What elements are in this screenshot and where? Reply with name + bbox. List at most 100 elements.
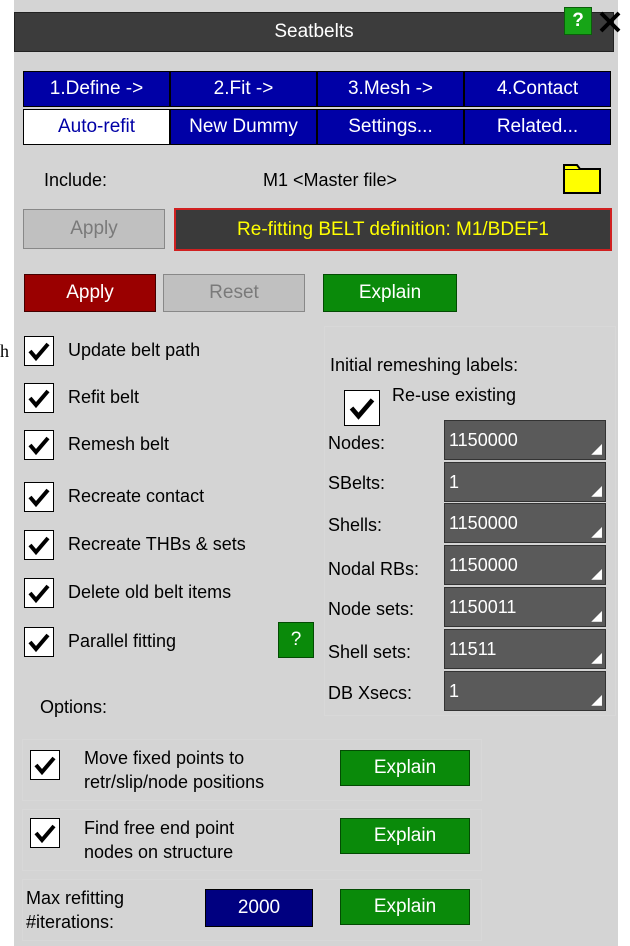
check-icon bbox=[28, 633, 50, 653]
check-icon bbox=[28, 584, 50, 604]
checkbox-label: Update belt path bbox=[68, 339, 201, 360]
max-iterations-input[interactable]: 2000 bbox=[205, 889, 313, 927]
include-value: M1 <Master file> bbox=[263, 169, 398, 190]
explain-move-fixed-points-button[interactable]: Explain bbox=[340, 750, 470, 786]
checkbox-label: Refit belt bbox=[68, 386, 140, 407]
db-xsecs-field[interactable]: 1 ◢ bbox=[444, 671, 606, 711]
explain-max-refit-button[interactable]: Explain bbox=[340, 889, 470, 925]
field-label: DB Xsecs: bbox=[328, 682, 413, 703]
include-apply-button[interactable]: Apply bbox=[23, 209, 165, 249]
checkbox-label: Delete old belt items bbox=[68, 581, 232, 602]
checkbox-remesh-belt[interactable] bbox=[24, 430, 54, 460]
check-icon bbox=[28, 536, 50, 556]
checkbox-find-free-end[interactable] bbox=[30, 818, 60, 848]
dropdown-arrow-icon: ◢ bbox=[591, 440, 602, 456]
nodes-field[interactable]: 1150000 ◢ bbox=[444, 420, 606, 460]
explain-button[interactable]: Explain bbox=[323, 274, 457, 312]
checkbox-reuse-existing[interactable] bbox=[344, 390, 380, 426]
remesh-title: Initial remeshing labels: bbox=[330, 354, 519, 375]
window-title: Seatbelts bbox=[14, 12, 614, 52]
option-label-line2: retr/slip/node positions bbox=[84, 771, 265, 792]
max-refit-label-line1: Max refitting bbox=[26, 887, 125, 908]
tab-settings[interactable]: Settings... bbox=[317, 109, 464, 145]
checkbox-recreate-contact[interactable] bbox=[24, 482, 54, 512]
sbelts-field[interactable]: 1 ◢ bbox=[444, 462, 606, 502]
checkbox-move-fixed-points[interactable] bbox=[30, 750, 60, 780]
check-icon bbox=[34, 756, 56, 776]
checkbox-refit-belt[interactable] bbox=[24, 383, 54, 413]
check-icon bbox=[34, 824, 56, 844]
checkbox-label: Remesh belt bbox=[68, 433, 170, 454]
reuse-existing-label: Re-use existing bbox=[392, 384, 517, 405]
max-refit-label-line2: #iterations: bbox=[26, 911, 115, 932]
tab-new-dummy[interactable]: New Dummy bbox=[170, 109, 317, 145]
checkbox-label: Recreate THBs & sets bbox=[68, 533, 246, 554]
options-label: Options: bbox=[40, 696, 108, 717]
dropdown-arrow-icon: ◢ bbox=[591, 482, 602, 498]
checkbox-label: Recreate contact bbox=[68, 485, 205, 506]
field-value: 1150000 bbox=[449, 554, 518, 575]
option-label-line2: nodes on structure bbox=[84, 841, 234, 862]
dropdown-arrow-icon: ◢ bbox=[591, 523, 602, 539]
checkbox-box[interactable] bbox=[24, 336, 54, 366]
checkbox-box[interactable] bbox=[24, 578, 54, 608]
dropdown-arrow-icon: ◢ bbox=[591, 565, 602, 581]
node-sets-field[interactable]: 1150011 ◢ bbox=[444, 587, 606, 627]
close-button[interactable] bbox=[592, 2, 628, 42]
checkbox-box[interactable] bbox=[30, 750, 60, 780]
include-label: Include: bbox=[44, 169, 108, 190]
dropdown-arrow-icon: ◢ bbox=[591, 607, 602, 623]
checkbox-box[interactable] bbox=[344, 390, 380, 426]
checkbox-box[interactable] bbox=[24, 383, 54, 413]
nodal-rbs-field[interactable]: 1150000 ◢ bbox=[444, 545, 606, 585]
check-icon bbox=[28, 389, 50, 409]
checkbox-update-belt-path[interactable] bbox=[24, 336, 54, 366]
field-value: 1150011 bbox=[449, 596, 517, 617]
dropdown-arrow-icon: ◢ bbox=[591, 649, 602, 665]
reset-button[interactable]: Reset bbox=[163, 274, 305, 312]
tab-contact[interactable]: 4.Contact bbox=[464, 71, 611, 107]
checkbox-recreate-thbs[interactable] bbox=[24, 530, 54, 560]
field-label: Nodes: bbox=[328, 432, 386, 453]
check-icon bbox=[349, 398, 375, 420]
checkbox-label: Parallel fitting bbox=[68, 630, 177, 651]
parallel-fitting-help-button[interactable]: ? bbox=[278, 622, 314, 658]
field-value: 1150000 bbox=[449, 512, 518, 533]
check-icon bbox=[28, 342, 50, 362]
apply-button[interactable]: Apply bbox=[24, 274, 156, 312]
checkbox-delete-old-belt-items[interactable] bbox=[24, 578, 54, 608]
check-icon bbox=[28, 488, 50, 508]
tab-auto-refit[interactable]: Auto-refit bbox=[23, 109, 170, 145]
checkbox-box[interactable] bbox=[24, 530, 54, 560]
tab-define[interactable]: 1.Define -> bbox=[23, 71, 170, 107]
shells-field[interactable]: 1150000 ◢ bbox=[444, 503, 606, 543]
tab-related[interactable]: Related... bbox=[464, 109, 611, 145]
option-label-line1: Move fixed points to bbox=[84, 747, 245, 768]
folder-icon bbox=[563, 164, 601, 194]
field-value: 11511 bbox=[449, 638, 497, 659]
field-label: Nodal RBs: bbox=[328, 558, 420, 579]
field-value: 1 bbox=[449, 680, 460, 701]
field-label: SBelts: bbox=[328, 472, 386, 493]
shell-sets-field[interactable]: 11511 ◢ bbox=[444, 629, 606, 669]
tab-mesh[interactable]: 3.Mesh -> bbox=[317, 71, 464, 107]
dropdown-arrow-icon: ◢ bbox=[591, 691, 602, 707]
checkbox-parallel-fitting[interactable] bbox=[24, 627, 54, 657]
check-icon bbox=[28, 436, 50, 456]
field-value: 1 bbox=[449, 471, 460, 492]
checkbox-box[interactable] bbox=[24, 430, 54, 460]
status-message: Re-fitting BELT definition: M1/BDEF1 bbox=[174, 208, 612, 251]
edge-text-fragment: h bbox=[0, 340, 9, 361]
explain-find-free-end-button[interactable]: Explain bbox=[340, 818, 470, 854]
checkbox-box[interactable] bbox=[24, 627, 54, 657]
field-label: Shell sets: bbox=[328, 641, 412, 662]
field-label: Node sets: bbox=[328, 598, 415, 619]
field-label: Shells: bbox=[328, 514, 383, 535]
field-value: 1150000 bbox=[449, 429, 518, 450]
checkbox-box[interactable] bbox=[24, 482, 54, 512]
checkbox-box[interactable] bbox=[30, 818, 60, 848]
help-button[interactable]: ? bbox=[564, 7, 592, 35]
close-icon bbox=[599, 11, 621, 33]
tab-fit[interactable]: 2.Fit -> bbox=[170, 71, 317, 107]
include-folder-button[interactable] bbox=[561, 162, 603, 196]
